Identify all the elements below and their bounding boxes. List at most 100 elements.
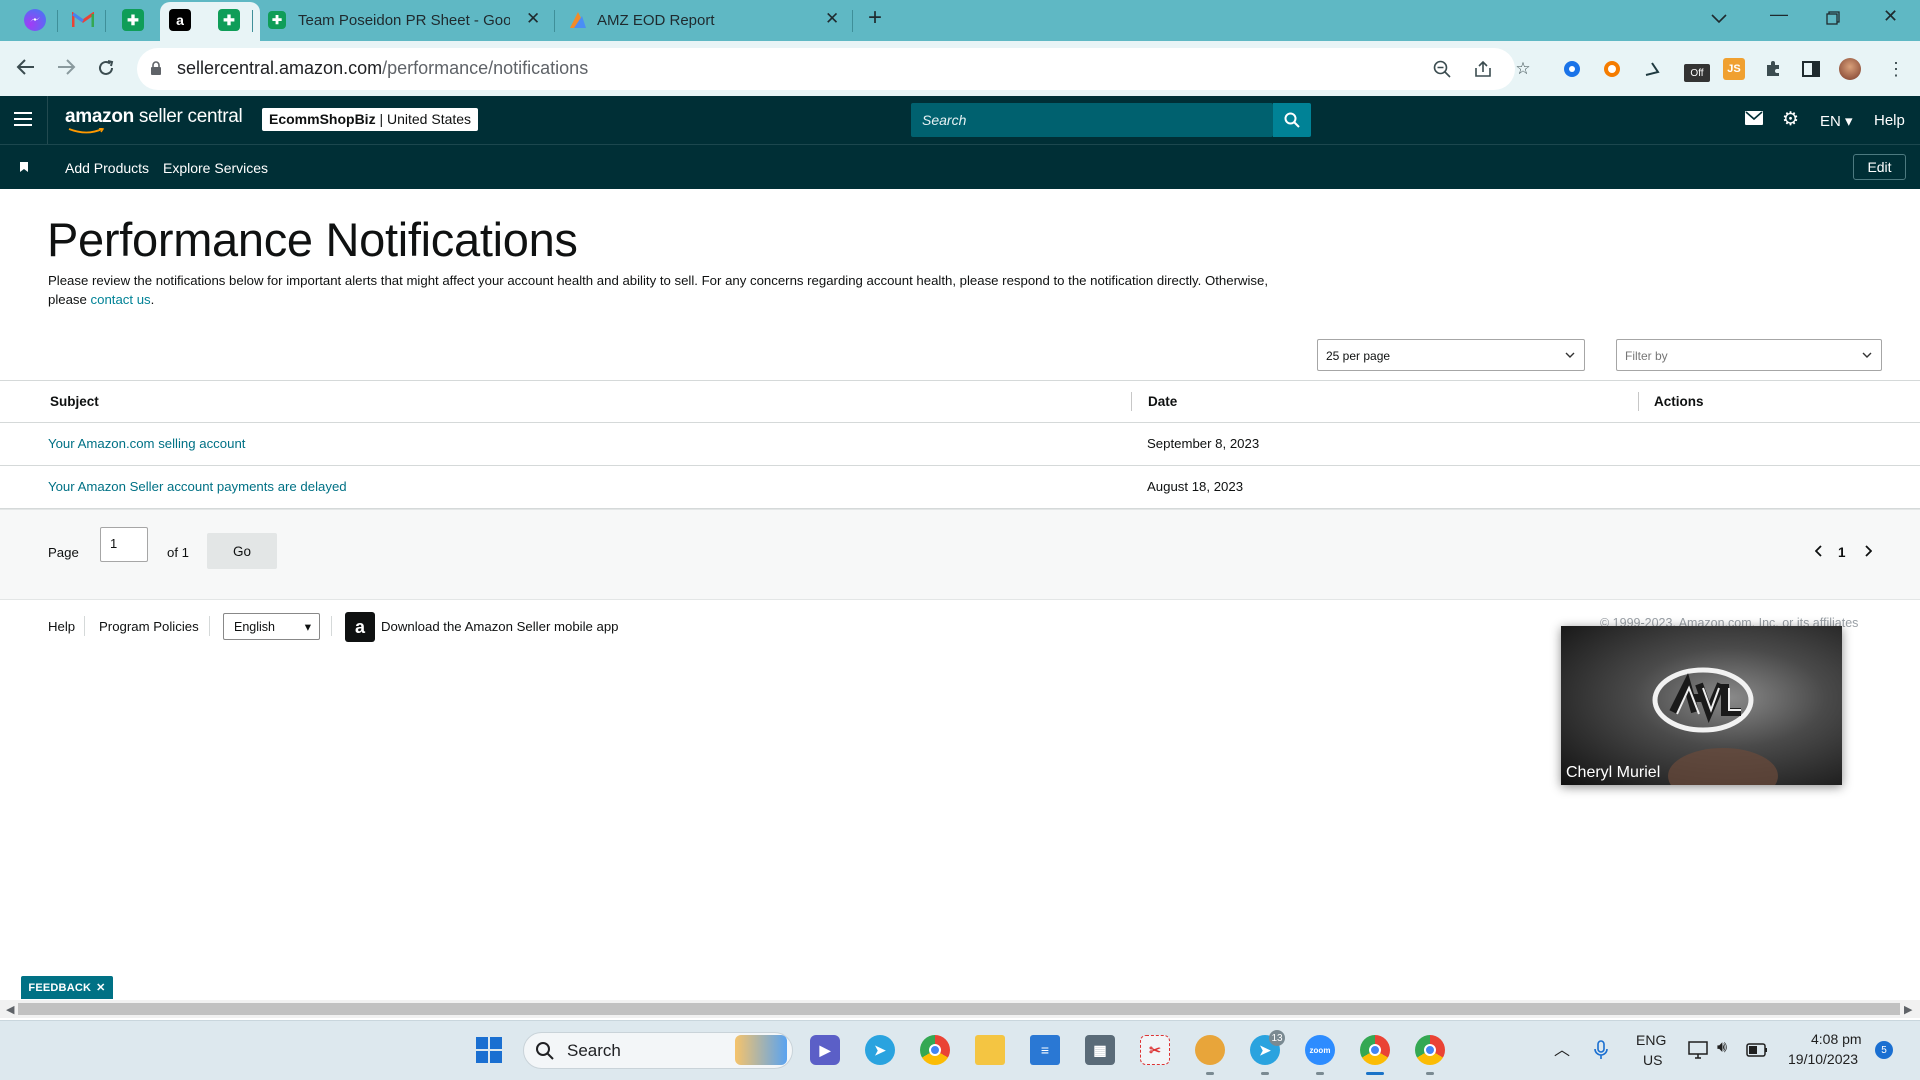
back-icon[interactable] [16, 56, 36, 82]
seller-search-placeholder: Search [922, 112, 967, 128]
sheets-icon[interactable]: ✚ [268, 11, 286, 29]
program-policies-link[interactable]: Program Policies [99, 619, 199, 634]
hamburger-menu-icon[interactable] [14, 112, 32, 126]
explore-services-link[interactable]: Explore Services [163, 160, 268, 176]
footer-separator [209, 616, 210, 636]
chrome-icon[interactable] [920, 1035, 950, 1065]
chrome-profile-icon[interactable] [1415, 1035, 1445, 1065]
tab-close-icon[interactable]: ✕ [526, 9, 540, 29]
footer-language-select[interactable]: English ▾ [223, 613, 320, 640]
tab-close-icon[interactable]: ✕ [825, 9, 839, 29]
per-page-select[interactable]: 25 per page [1317, 339, 1585, 371]
video-call-tile[interactable] [1561, 626, 1842, 785]
scroll-right-icon[interactable]: ▶ [1904, 1003, 1912, 1016]
extension-off-icon[interactable]: Off [1684, 64, 1710, 82]
reload-icon[interactable] [97, 57, 115, 83]
telegram-icon[interactable]: ➤ [865, 1035, 895, 1065]
page-number-input[interactable]: 1 [100, 527, 148, 562]
settings-gear-icon[interactable]: ⚙ [1782, 108, 1799, 131]
share-icon[interactable] [1472, 58, 1494, 80]
browser-menu-icon[interactable]: ⋮ [1885, 58, 1907, 80]
search-button[interactable] [1273, 103, 1311, 137]
calculator-icon[interactable]: ▦ [1085, 1035, 1115, 1065]
sheets-icon[interactable]: ✚ [122, 9, 144, 31]
amazon-app-icon[interactable]: a [345, 612, 375, 642]
bookmark-star-icon[interactable]: ☆ [1512, 58, 1534, 80]
sheets-icon[interactable]: ✚ [218, 9, 240, 31]
windows-taskbar [0, 1020, 1920, 1080]
taskbar-search-icon [536, 1042, 554, 1060]
extension-blue-icon[interactable] [1561, 58, 1583, 80]
battery-icon[interactable] [1746, 1043, 1768, 1057]
chevron-down-icon [1565, 352, 1575, 358]
edit-bookmarks-button[interactable]: Edit [1853, 154, 1906, 180]
tab-title-poseidon[interactable]: Team Poseidon PR Sheet - Goog [298, 12, 510, 29]
feedback-button[interactable]: FEEDBACK ✕ [21, 976, 113, 999]
forward-icon[interactable] [56, 56, 76, 82]
clock-time[interactable]: 4:08 pm [1811, 1031, 1862, 1047]
url-text[interactable]: sellercentral.amazon.com/performance/not… [177, 58, 588, 79]
notification-subject-link[interactable]: Your Amazon.com selling account [48, 436, 245, 451]
notepad-icon[interactable]: ≡ [1030, 1035, 1060, 1065]
file-explorer-icon[interactable] [975, 1035, 1005, 1065]
tab-separator [252, 10, 253, 32]
download-app-link[interactable]: Download the Amazon Seller mobile app [381, 619, 619, 634]
network-icon[interactable] [1688, 1041, 1708, 1059]
help-link[interactable]: Help [1874, 112, 1905, 129]
snipping-tool-icon[interactable]: ✂ [1140, 1035, 1170, 1065]
gmail-icon[interactable] [72, 9, 94, 31]
input-language-bottom[interactable]: US [1643, 1052, 1662, 1068]
current-page-number[interactable]: 1 [1838, 545, 1846, 560]
teams-chat-icon[interactable]: ▶ [810, 1035, 840, 1065]
footer-separator [84, 616, 85, 636]
notification-count-badge[interactable]: 5 [1875, 1041, 1893, 1059]
extension-js-icon[interactable]: JS [1723, 58, 1745, 80]
add-products-link[interactable]: Add Products [65, 160, 149, 176]
pagination-area [0, 509, 1920, 599]
scrollbar-thumb[interactable] [18, 1003, 1900, 1015]
zoom-icon[interactable]: zoom [1305, 1035, 1335, 1065]
tray-overflow-icon[interactable]: ︿ [1554, 1036, 1570, 1060]
extension-orange-icon[interactable] [1601, 58, 1623, 80]
seller-central-logo[interactable]: amazon seller central [65, 106, 243, 128]
go-button[interactable]: Go [207, 533, 277, 569]
eod-icon[interactable] [567, 9, 589, 31]
volume-icon[interactable]: 🔊︎ [1717, 1039, 1727, 1057]
column-date: Date [1148, 394, 1178, 409]
input-language-top[interactable]: ENG [1636, 1032, 1666, 1048]
scroll-left-icon[interactable]: ◀ [6, 1003, 14, 1016]
filter-by-select[interactable]: Filter by [1616, 339, 1882, 371]
page-total-label: of 1 [167, 545, 189, 560]
chevron-down-icon [1862, 352, 1872, 358]
tab-title-eod[interactable]: AMZ EOD Report [597, 12, 797, 29]
extensions-puzzle-icon[interactable] [1762, 58, 1784, 80]
chrome-active-icon[interactable] [1360, 1035, 1390, 1065]
profile-avatar[interactable] [1839, 58, 1861, 80]
side-panel-icon[interactable] [1800, 58, 1822, 80]
messenger-icon[interactable] [24, 9, 46, 31]
restore-icon[interactable] [1826, 9, 1840, 30]
mail-icon[interactable] [1745, 111, 1763, 125]
participant-name: Cheryl Muriel [1566, 764, 1661, 781]
notification-subject-link[interactable]: Your Amazon Seller account payments are … [48, 479, 347, 494]
tab-search-icon[interactable] [1711, 8, 1727, 29]
amazon-icon[interactable]: a [169, 9, 191, 31]
microphone-icon[interactable] [1594, 1040, 1608, 1060]
footer-help-link[interactable]: Help [48, 619, 75, 634]
new-tab-icon[interactable]: + [868, 4, 882, 32]
zoom-icon[interactable] [1431, 58, 1453, 80]
lock-icon [151, 61, 161, 75]
store-switcher[interactable]: EcommShopBiz | United States [262, 108, 479, 131]
contact-us-link[interactable]: contact us [91, 292, 151, 307]
close-window-icon[interactable]: ✕ [1883, 6, 1898, 27]
language-switcher[interactable]: EN ▾ [1820, 112, 1853, 130]
running-indicator [1426, 1072, 1434, 1075]
previous-page-icon[interactable] [1815, 545, 1823, 557]
clock-date[interactable]: 19/10/2023 [1788, 1051, 1858, 1067]
honey-pot-icon[interactable] [1195, 1035, 1225, 1065]
windows-start-icon[interactable] [474, 1035, 504, 1065]
footer-separator [331, 616, 332, 636]
minimize-icon[interactable]: — [1770, 4, 1788, 25]
extension-arrow-icon[interactable] [1641, 58, 1663, 80]
next-page-icon[interactable] [1864, 545, 1872, 557]
